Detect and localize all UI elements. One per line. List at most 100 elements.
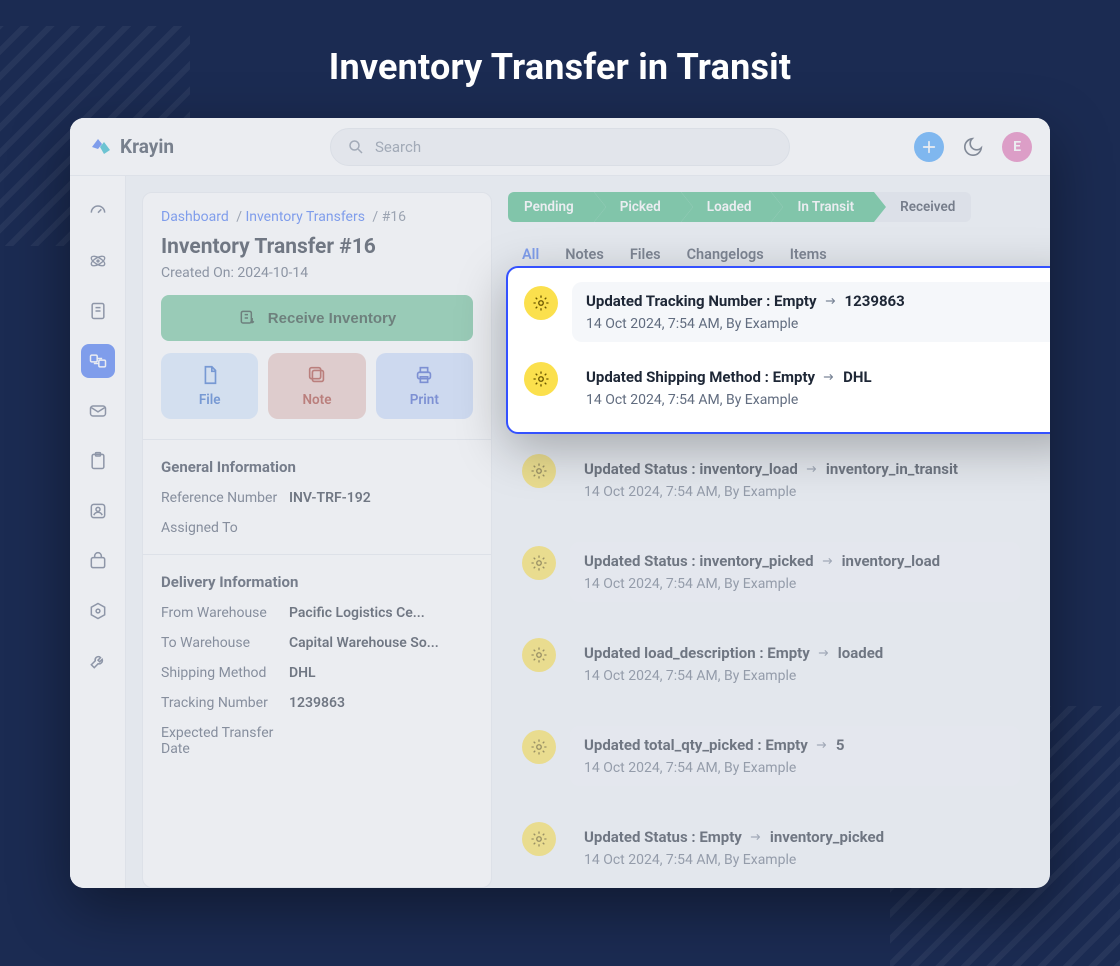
search-placeholder: Search: [375, 138, 421, 156]
shipping-method-value: DHL: [289, 665, 473, 681]
details-panel: Dashboard / Inventory Transfers / #16 In…: [142, 192, 492, 888]
tracking-number-value: 1239863: [289, 695, 473, 711]
status-strip: Pending Picked Loaded In Transit Receive…: [508, 192, 1034, 222]
feed-meta: 14 Oct 2024, 7:54 AM, By Example: [586, 316, 1050, 332]
gear-icon: [522, 546, 556, 580]
reference-number-label: Reference Number: [161, 490, 281, 506]
to-warehouse-value: Capital Warehouse So...: [289, 635, 473, 651]
to-warehouse-label: To Warehouse: [161, 635, 281, 651]
created-on: Created On: 2024-10-14: [161, 265, 473, 281]
gear-icon: [522, 822, 556, 856]
avatar[interactable]: E: [1002, 132, 1032, 162]
print-icon: [413, 364, 435, 386]
nav-activities[interactable]: [81, 444, 115, 478]
gear-icon: [522, 730, 556, 764]
nav-contacts[interactable]: [81, 494, 115, 528]
stage-picked[interactable]: Picked: [594, 192, 681, 222]
chip-file[interactable]: File: [161, 353, 258, 419]
contacts-icon: [88, 501, 108, 521]
nav-quotes[interactable]: [81, 294, 115, 328]
chip-print[interactable]: Print: [376, 353, 473, 419]
breadcrumb: Dashboard / Inventory Transfers / #16: [161, 209, 473, 225]
search-icon: [347, 138, 365, 156]
breadcrumb-current: #16: [382, 209, 406, 225]
nav-products[interactable]: [81, 544, 115, 578]
feed-item[interactable]: Updated load_description : Emptyloaded 14…: [508, 624, 1034, 704]
breadcrumb-dashboard[interactable]: Dashboard: [161, 209, 229, 225]
avatar-initial: E: [1013, 139, 1021, 155]
assigned-to-label: Assigned To: [161, 520, 281, 536]
receive-inventory-button[interactable]: Receive Inventory: [161, 295, 473, 341]
feed-item[interactable]: Updated total_qty_picked : Empty5 14 Oct …: [508, 716, 1034, 796]
arrow-right-icon: [748, 828, 764, 846]
feed-title: Updated load_description : Emptyloaded: [584, 644, 1006, 662]
stage-loaded[interactable]: Loaded: [681, 192, 772, 222]
feed-item[interactable]: Updated Tracking Number : Empty1239863 14…: [514, 274, 1050, 350]
delivery-heading: Delivery Information: [161, 573, 473, 591]
from-warehouse-value: Pacific Logistics Ce...: [289, 605, 473, 621]
stage-pending[interactable]: Pending: [508, 192, 594, 222]
nav-mail[interactable]: [81, 394, 115, 428]
reference-number-value: INV-TRF-192: [289, 490, 473, 506]
arrow-right-icon: [823, 292, 839, 310]
expected-transfer-date-label: Expected Transfer Date: [161, 725, 281, 757]
brand[interactable]: Krayin: [88, 135, 174, 159]
plus-icon: [921, 139, 937, 155]
note-stack-icon: [306, 364, 328, 386]
arrow-right-icon: [820, 552, 836, 570]
feed-item[interactable]: Updated Status : inventory_pickedinvento…: [508, 532, 1034, 612]
add-button[interactable]: [914, 132, 944, 162]
nav-dashboard[interactable]: [81, 194, 115, 228]
arrow-right-icon: [814, 736, 830, 754]
brand-name: Krayin: [120, 135, 174, 158]
stage-in-transit[interactable]: In Transit: [771, 192, 874, 222]
tracking-number-label: Tracking Number: [161, 695, 281, 711]
feed-item[interactable]: Updated Shipping Method : EmptyDHL14 Oct…: [514, 350, 1050, 426]
receive-icon: [238, 308, 258, 328]
shipping-method-label: Shipping Method: [161, 665, 281, 681]
transfer-icon: [88, 351, 108, 371]
bag-icon: [88, 551, 108, 571]
moon-icon: [962, 136, 984, 158]
feed-item[interactable]: Updated Status : inventory_loadinventory…: [508, 440, 1034, 520]
feed-meta: 14 Oct 2024, 7:54 AM, By Example: [584, 668, 1006, 684]
feed-item[interactable]: Updated Status : Emptyinventory_picked 14…: [508, 808, 1034, 888]
search-input[interactable]: Search: [330, 128, 790, 166]
stage-received[interactable]: Received: [874, 192, 971, 222]
theme-toggle[interactable]: [962, 136, 984, 158]
arrow-right-icon: [821, 368, 837, 386]
feed-title: Updated Shipping Method : EmptyDHL: [586, 368, 1050, 386]
wrench-icon: [88, 651, 108, 671]
feed-title: Updated total_qty_picked : Empty5: [584, 736, 1006, 754]
file-icon: [199, 364, 221, 386]
arrow-right-icon: [804, 460, 820, 478]
atom-icon: [88, 251, 108, 271]
general-heading: General Information: [161, 458, 473, 476]
breadcrumb-transfers[interactable]: Inventory Transfers: [245, 209, 365, 225]
note-icon: [88, 301, 108, 321]
feed-meta: 14 Oct 2024, 7:54 AM, By Example: [584, 760, 1006, 776]
feed-title: Updated Status : inventory_loadinventory…: [584, 460, 1006, 478]
gear-icon: [524, 286, 558, 320]
chip-note[interactable]: Note: [268, 353, 365, 419]
gauge-icon: [88, 201, 108, 221]
receive-inventory-label: Receive Inventory: [268, 310, 396, 327]
nav-settings[interactable]: [81, 594, 115, 628]
feed-title: Updated Status : Emptyinventory_picked: [584, 828, 1006, 846]
page-title: Inventory Transfer #16: [161, 235, 473, 259]
gear-icon: [522, 638, 556, 672]
sidebar: [70, 176, 126, 888]
feed-title: Updated Tracking Number : Empty1239863: [586, 292, 1050, 310]
from-warehouse-label: From Warehouse: [161, 605, 281, 621]
nav-leads[interactable]: [81, 244, 115, 278]
feed-meta: 14 Oct 2024, 7:54 AM, By Example: [584, 852, 1006, 868]
topbar: Krayin Search E: [70, 118, 1050, 176]
clipboard-icon: [88, 451, 108, 471]
nav-inventory-transfers[interactable]: [81, 344, 115, 378]
feed-title: Updated Status : inventory_pickedinvento…: [584, 552, 1006, 570]
hex-gear-icon: [88, 601, 108, 621]
app-frame: Krayin Search E: [70, 118, 1050, 888]
gear-icon: [524, 362, 558, 396]
brand-icon: [88, 135, 112, 159]
nav-config[interactable]: [81, 644, 115, 678]
